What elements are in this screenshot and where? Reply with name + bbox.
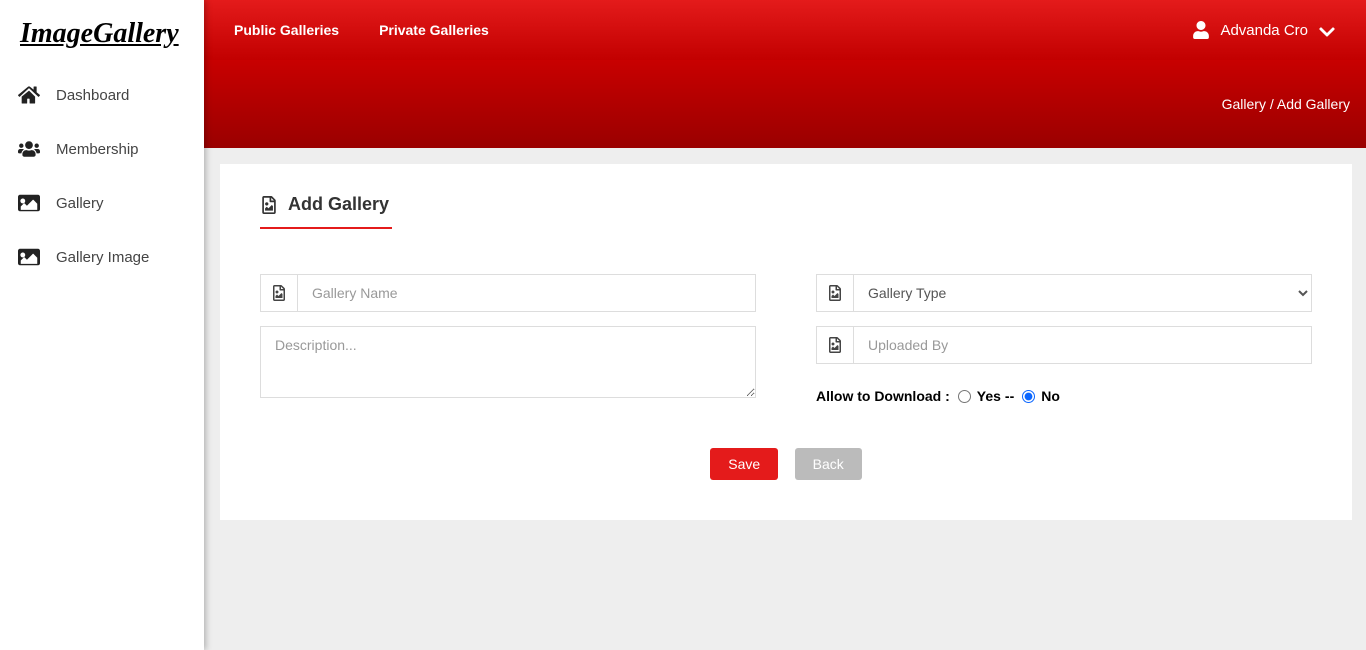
file-image-icon xyxy=(260,196,278,214)
allow-download-no-label: No xyxy=(1041,388,1060,404)
users-icon xyxy=(18,138,40,160)
image-icon xyxy=(18,246,40,268)
gallery-type-group: Gallery Type xyxy=(816,274,1312,312)
sidebar-item-label: Gallery Image xyxy=(56,249,149,266)
user-name: Advanda Cro xyxy=(1220,22,1308,39)
allow-download-row: Allow to Download : Yes -- No xyxy=(816,388,1312,404)
sidebar-item-dashboard[interactable]: Dashboard xyxy=(0,68,204,122)
allow-download-separator: -- xyxy=(1005,388,1014,404)
top-nav: Public Galleries Private Galleries xyxy=(234,22,489,38)
file-image-icon xyxy=(271,285,287,301)
file-image-icon xyxy=(827,337,843,353)
page-title: Add Gallery xyxy=(260,194,1312,215)
sidebar-item-label: Dashboard xyxy=(56,87,129,104)
breadcrumb-banner: Gallery / Add Gallery xyxy=(204,60,1366,148)
file-image-icon xyxy=(827,285,843,301)
page-title-text: Add Gallery xyxy=(288,194,389,215)
uploaded-by-group xyxy=(816,326,1312,364)
breadcrumb: Gallery / Add Gallery xyxy=(1222,96,1350,112)
sidebar-item-gallery-image[interactable]: Gallery Image xyxy=(0,230,204,284)
sidebar-item-membership[interactable]: Membership xyxy=(0,122,204,176)
back-button[interactable]: Back xyxy=(795,448,862,480)
sidebar: ImageGallery Dashboard Membership Galler… xyxy=(0,0,204,650)
home-icon xyxy=(18,84,40,106)
title-underline xyxy=(260,227,392,229)
gallery-type-addon xyxy=(816,274,854,312)
gallery-name-group xyxy=(260,274,756,312)
allow-download-label: Allow to Download : xyxy=(816,388,950,404)
content-card: Add Gallery Gallery Type xyxy=(220,164,1352,520)
allow-download-yes-label: Yes xyxy=(977,388,1001,404)
sidebar-item-gallery[interactable]: Gallery xyxy=(0,176,204,230)
image-icon xyxy=(18,192,40,214)
topbar: Public Galleries Private Galleries Advan… xyxy=(204,0,1366,60)
user-icon xyxy=(1192,21,1210,39)
gallery-type-select[interactable]: Gallery Type xyxy=(854,274,1312,312)
topnav-private-galleries[interactable]: Private Galleries xyxy=(379,22,489,38)
brand-logo: ImageGallery xyxy=(0,0,204,68)
description-textarea[interactable] xyxy=(260,326,756,398)
topnav-public-galleries[interactable]: Public Galleries xyxy=(234,22,339,38)
user-menu[interactable]: Advanda Cro xyxy=(1192,21,1336,39)
allow-download-no-radio[interactable] xyxy=(1022,390,1035,403)
sidebar-item-label: Gallery xyxy=(56,195,104,212)
form-actions: Save Back xyxy=(260,448,1312,480)
allow-download-yes-radio[interactable] xyxy=(958,390,971,403)
sidebar-item-label: Membership xyxy=(56,141,139,158)
uploaded-by-input[interactable] xyxy=(854,326,1312,364)
uploaded-by-addon xyxy=(816,326,854,364)
gallery-name-input[interactable] xyxy=(298,274,756,312)
save-button[interactable]: Save xyxy=(710,448,778,480)
chevron-down-icon xyxy=(1318,23,1336,41)
gallery-name-addon xyxy=(260,274,298,312)
